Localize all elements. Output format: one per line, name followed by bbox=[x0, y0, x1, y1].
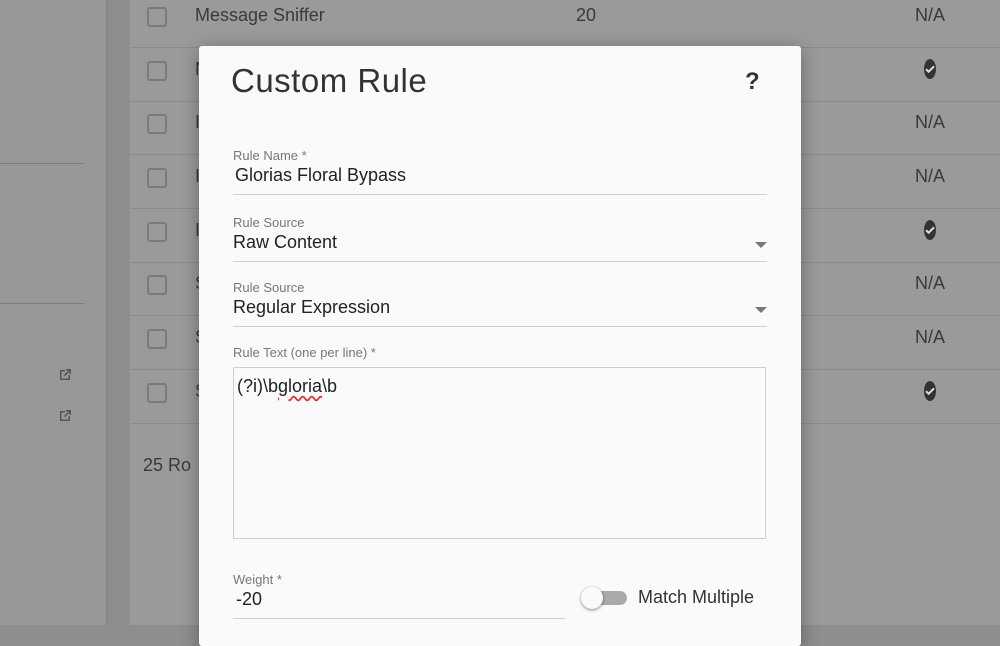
row-checkbox[interactable] bbox=[147, 222, 167, 242]
rule-type-value: Regular Expression bbox=[233, 297, 391, 317]
external-link-icon[interactable] bbox=[57, 367, 73, 383]
external-link-icon[interactable] bbox=[57, 408, 73, 424]
rule-name-input[interactable]: Glorias Floral Bypass bbox=[235, 165, 767, 186]
field-underline bbox=[233, 618, 565, 619]
rule-source-select[interactable]: Rule Source Raw Content bbox=[233, 215, 767, 263]
spellcheck-word: gloria bbox=[278, 376, 323, 396]
weight-input[interactable]: -20 bbox=[236, 589, 565, 610]
row-checkbox[interactable] bbox=[147, 383, 167, 403]
dialog-title: Custom Rule bbox=[231, 62, 428, 99]
row-checkbox[interactable] bbox=[147, 168, 167, 188]
row-checkbox[interactable] bbox=[147, 61, 167, 81]
field-underline bbox=[233, 194, 767, 195]
rule-type-select[interactable]: Rule Source Regular Expression bbox=[233, 280, 767, 328]
rule-text-textarea[interactable]: (?i)\bgloria\b bbox=[233, 367, 766, 539]
check-circle-icon bbox=[924, 220, 936, 240]
dropdown-arrow-icon[interactable] bbox=[755, 307, 767, 313]
weight-label: Weight * bbox=[233, 572, 282, 587]
weight-field[interactable]: Weight * -20 bbox=[233, 572, 565, 620]
rule-text-content: (?i)\bgloria\b bbox=[237, 376, 338, 396]
dropdown-arrow-icon[interactable] bbox=[755, 242, 767, 248]
toggle-knob bbox=[581, 587, 603, 609]
rule-source-value: Raw Content bbox=[233, 232, 338, 252]
sidebar-divider bbox=[0, 163, 84, 164]
row-checkbox[interactable] bbox=[147, 275, 167, 295]
rows-per-page-label: 25 Ro bbox=[143, 455, 192, 475]
weight-cell: 20 bbox=[576, 5, 597, 25]
field-underline bbox=[233, 261, 767, 262]
custom-rule-dialog: Custom Rule ? Rule Name * Glorias Floral… bbox=[199, 46, 801, 646]
rule-type-label: Rule Source bbox=[233, 280, 305, 295]
match-multiple-label: Match Multiple bbox=[638, 587, 755, 607]
rule-name-label: Rule Name * bbox=[233, 148, 307, 163]
rule-source-label: Rule Source bbox=[233, 215, 305, 230]
rule-text-label-wrap: Rule Text (one per line) * bbox=[233, 345, 767, 365]
rule-name-field[interactable]: Rule Name * Glorias Floral Bypass bbox=[233, 148, 767, 196]
field-underline bbox=[233, 326, 767, 327]
table-row[interactable]: Message Sniffer 20 N/A bbox=[130, 0, 1000, 48]
row-checkbox[interactable] bbox=[147, 7, 167, 27]
sidebar bbox=[0, 0, 108, 625]
check-circle-icon bbox=[924, 59, 936, 79]
match-multiple-toggle[interactable] bbox=[581, 587, 627, 609]
rule-name-cell: Message Sniffer bbox=[195, 5, 325, 25]
sidebar-divider bbox=[0, 303, 84, 304]
help-icon[interactable]: ? bbox=[745, 68, 760, 96]
row-checkbox[interactable] bbox=[147, 114, 167, 134]
rule-text-label: Rule Text (one per line) * bbox=[233, 345, 376, 360]
row-checkbox[interactable] bbox=[147, 329, 167, 349]
check-circle-icon bbox=[924, 381, 936, 401]
